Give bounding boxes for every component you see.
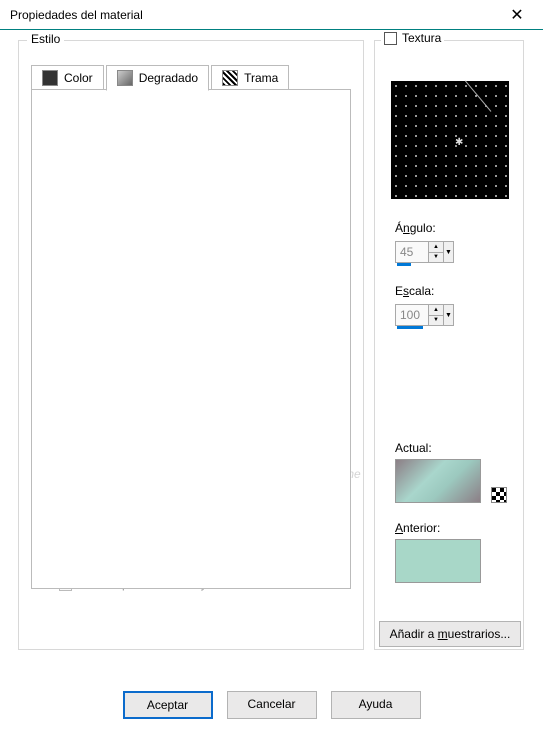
tab-panel (31, 89, 351, 589)
tab-color[interactable]: Color (31, 65, 104, 91)
dialog-buttons: Aceptar Cancelar Ayuda (0, 691, 543, 719)
tab-degradado-label: Degradado (139, 71, 198, 85)
actual-swatch[interactable] (395, 459, 481, 503)
tex-angulo-label: Ángulo: (395, 221, 436, 235)
window-title: Propiedades del material (10, 8, 143, 22)
textura-check-icon (384, 32, 397, 45)
ayuda-button[interactable]: Ayuda (331, 691, 421, 719)
tab-degradado[interactable]: Degradado (106, 65, 209, 91)
tex-escala-spinner[interactable]: ▲▼ ▼ (395, 304, 454, 326)
tex-esc-up-icon[interactable]: ▲ (429, 305, 443, 316)
solid-swatch-icon (42, 70, 58, 86)
titlebar: Propiedades del material ✕ (0, 0, 543, 30)
aceptar-button[interactable]: Aceptar (123, 691, 213, 719)
tex-ang-menu-icon[interactable]: ▼ (444, 241, 454, 263)
cancelar-button[interactable]: Cancelar (227, 691, 317, 719)
estilo-legend: Estilo (27, 32, 64, 46)
tex-escala-input[interactable] (395, 304, 429, 326)
gradient-swatch-icon (117, 70, 133, 86)
tex-esc-range-indicator (397, 326, 423, 329)
pattern-swatch-icon (222, 70, 238, 86)
texture-preview[interactable]: ✱ (391, 81, 509, 199)
tab-trama-label: Trama (244, 71, 278, 85)
tex-ang-down-icon[interactable]: ▼ (429, 253, 443, 263)
tex-escala-label: Escala: (395, 284, 434, 298)
tex-esc-menu-icon[interactable]: ▼ (444, 304, 454, 326)
anterior-label: Anterior: (395, 521, 440, 535)
estilo-group: Estilo Color Degradado Trama Editar... /… (18, 40, 364, 650)
anterior-swatch[interactable] (395, 539, 481, 583)
tab-trama[interactable]: Trama (211, 65, 289, 91)
tex-ang-range-indicator (397, 263, 411, 266)
dialog-content: Estilo Color Degradado Trama Editar... /… (0, 30, 543, 690)
tex-angulo-spinner[interactable]: ▲▼ ▼ (395, 241, 454, 263)
textura-group: Textura ✱ Ángulo: ▲▼ ▼ Escala: ▲▼ ▼ Actu… (374, 40, 524, 650)
tab-color-label: Color (64, 71, 93, 85)
close-button[interactable]: ✕ (497, 2, 537, 28)
tex-esc-down-icon[interactable]: ▼ (429, 316, 443, 326)
transparency-icon[interactable] (491, 487, 507, 503)
tex-ang-up-icon[interactable]: ▲ (429, 242, 443, 253)
style-tabs: Color Degradado Trama (31, 65, 289, 91)
tex-angulo-input[interactable] (395, 241, 429, 263)
textura-legend: Textura (402, 31, 441, 45)
actual-label: Actual: (395, 441, 432, 455)
anadir-muestrarios-button[interactable]: Añadir a muestrarios... (379, 621, 521, 647)
textura-checkbox[interactable]: Textura (381, 31, 444, 45)
